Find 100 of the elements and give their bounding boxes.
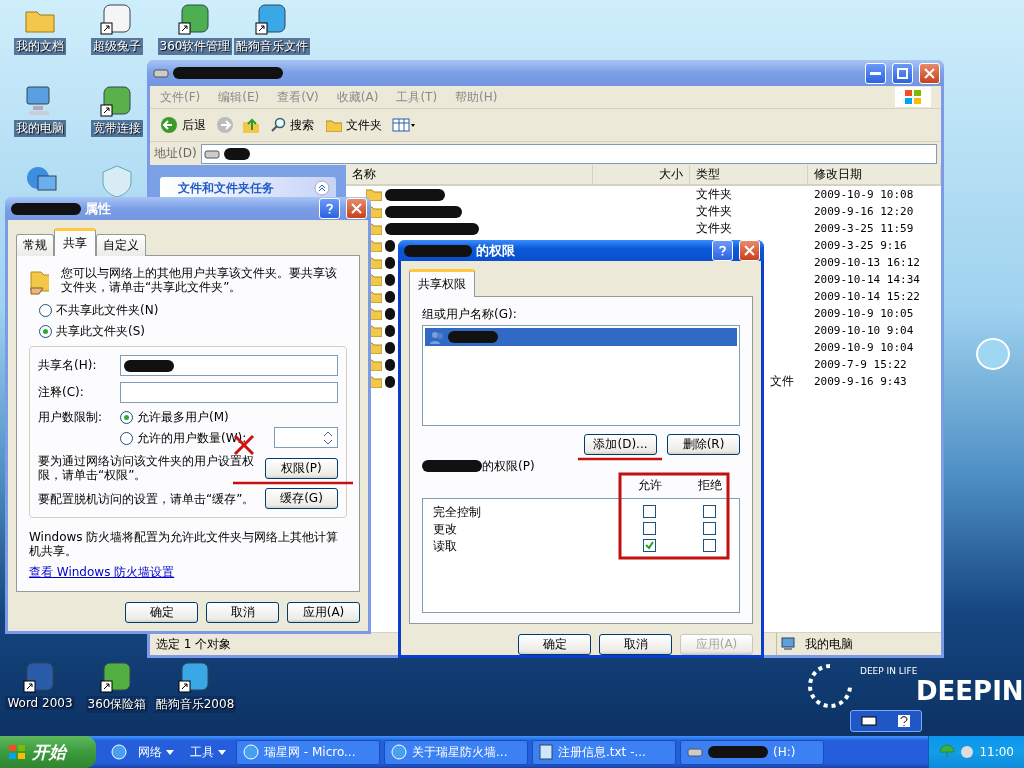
redacted-mark <box>422 460 482 472</box>
tab[interactable]: 共享权限 <box>409 269 475 297</box>
table-cell-text: 2009-9-16 9:43 <box>813 375 908 388</box>
column-header[interactable]: 大小 <box>593 165 690 184</box>
toolbar-menu[interactable]: 工具 <box>184 742 232 762</box>
computer-icon <box>781 637 795 651</box>
users-label: 组或用户名称(G): <box>422 307 517 321</box>
firewall-settings-link[interactable]: 查看 Windows 防火墙设置 <box>29 564 347 581</box>
desktop-icon-label[interactable]: 宽带连接 <box>91 120 143 137</box>
address-label: 地址(D) <box>154 145 197 162</box>
desktop-icon-label[interactable]: 360软件管理 <box>157 38 233 55</box>
tab[interactable]: 常规 <box>16 234 54 256</box>
close-button[interactable] <box>346 198 367 219</box>
logo-tagline: DEEP IN LIFE <box>860 666 919 676</box>
keyboard-icon[interactable] <box>861 716 877 726</box>
taskbar-label: 关于瑞星防火墙... <box>412 743 508 761</box>
dialog-button[interactable]: 取消 <box>599 634 672 655</box>
close-button[interactable] <box>739 240 760 261</box>
start-button[interactable]: 开始 <box>0 736 96 768</box>
tab[interactable]: 共享 <box>54 228 96 256</box>
dialog-title: 属性 <box>85 199 111 218</box>
desktop-shortcut-icon[interactable] <box>178 660 212 694</box>
back-button[interactable]: 后退 <box>158 114 208 136</box>
deny-column-header: 拒绝 <box>697 477 723 494</box>
desktop-icon-label[interactable]: 酷狗音乐2008 <box>153 696 237 713</box>
caching-hint: 要配置脱机访问的设置，请单击“缓存”。 <box>38 491 256 506</box>
desktop-icon-label[interactable]: 酷狗音乐文件 <box>234 38 310 55</box>
help-icon <box>324 203 335 214</box>
selected-user-row[interactable] <box>425 328 737 346</box>
dialog-button[interactable]: 应用(A) <box>287 602 360 623</box>
folders-button[interactable]: 文件夹 <box>324 114 384 136</box>
share-name-field[interactable] <box>120 355 338 376</box>
close-icon <box>351 203 362 214</box>
help-button[interactable] <box>712 240 733 261</box>
taskbar-button[interactable]: 注册信息.txt -... <box>532 739 676 765</box>
task-panel-header[interactable]: 文件和文件夹任务 <box>160 177 336 199</box>
radio-button[interactable] <box>120 432 133 445</box>
desktop-icon-label[interactable]: 超级兔子 <box>91 38 143 55</box>
allow-checkbox[interactable] <box>642 539 656 552</box>
table-cell-text: 文件 <box>769 373 795 390</box>
table-cell-text: 2009-10-10 9:04 <box>813 324 915 337</box>
taskbar-button[interactable]: 瑞星网 - Micro... <box>236 739 380 765</box>
spin-arrows-icon[interactable] <box>322 429 334 446</box>
permissions-hint: 要为通过网络访问该文件夹的用户设置权限，请单击“权限”。 <box>38 454 255 482</box>
help-icon[interactable] <box>897 714 911 728</box>
allow-checkbox[interactable] <box>642 505 656 518</box>
desktop-shortcut-icon[interactable] <box>178 2 212 36</box>
column-header[interactable]: 类型 <box>690 165 808 184</box>
allow-checkbox[interactable] <box>642 522 656 535</box>
remove-button[interactable]: 删除(R) <box>667 434 740 455</box>
desktop-shortcut-icon[interactable] <box>255 2 289 36</box>
taskbar-button[interactable]: 关于瑞星防火墙... <box>384 739 528 765</box>
table-cell-text: 2009-3-25 11:59 <box>813 222 915 235</box>
tab[interactable]: 自定义 <box>96 234 146 256</box>
caching-button[interactable]: 缓存(G) <box>265 488 338 509</box>
desktop-shortcut-icon[interactable] <box>100 84 134 118</box>
deny-checkbox[interactable] <box>702 522 716 535</box>
collapse-chevron-icon[interactable] <box>314 180 330 196</box>
radio-option[interactable]: 共享此文件夹(S) <box>39 323 347 340</box>
minimize-icon <box>870 71 881 75</box>
browser-icon[interactable] <box>110 743 128 761</box>
desktop-shortcut-icon[interactable] <box>23 660 57 694</box>
minimize-button[interactable] <box>865 62 886 84</box>
radio-button[interactable] <box>39 304 52 317</box>
desktop-shortcut-icon[interactable] <box>100 660 134 694</box>
redacted-mark <box>448 331 498 343</box>
view-grid-icon[interactable] <box>392 117 416 133</box>
radio-button[interactable] <box>120 411 133 424</box>
deny-checkbox[interactable] <box>702 505 716 518</box>
desktop-icon-label[interactable]: 我的电脑 <box>14 120 66 137</box>
dialog-button[interactable]: 取消 <box>206 602 279 623</box>
maximize-button[interactable] <box>892 62 913 84</box>
toolbar-menu[interactable]: 网络 <box>132 742 180 762</box>
user-count-spinner[interactable] <box>274 427 338 448</box>
radio-option[interactable]: 允许最多用户(M) <box>120 409 268 426</box>
dialog-button[interactable]: 确定 <box>518 634 591 655</box>
firewall-note: Windows 防火墙将配置为允许此文件夹与网络上其他计算机共享。 <box>29 530 340 558</box>
address-field[interactable] <box>200 143 937 164</box>
desktop-icon-label[interactable]: 我的文档 <box>14 38 66 55</box>
help-button[interactable] <box>319 198 340 219</box>
radio-button[interactable] <box>39 325 52 338</box>
add-button[interactable]: 添加(D)... <box>584 434 657 455</box>
column-header[interactable]: 修改日期 <box>808 165 941 184</box>
task-panel-title: 文件和文件夹任务 <box>178 179 274 197</box>
comment-field[interactable] <box>120 382 338 403</box>
desktop-icon-label[interactable]: 360保险箱 <box>85 696 149 713</box>
permissions-button[interactable]: 权限(P) <box>265 457 338 479</box>
search-button[interactable]: 搜索 <box>268 114 316 136</box>
column-header[interactable]: 名称 <box>346 165 593 184</box>
sharing-description: 您可以与网络上的其他用户共享该文件夹。要共享该文件夹，请单击“共享此文件夹”。 <box>61 266 339 294</box>
desktop-icon-label[interactable]: Word 2003 <box>5 696 75 710</box>
dialog-button[interactable]: 确定 <box>125 602 198 623</box>
deny-checkbox[interactable] <box>702 539 716 552</box>
taskbar-button[interactable]: (H:) <box>680 739 824 765</box>
close-button[interactable] <box>919 62 940 84</box>
redacted-mark <box>385 290 395 303</box>
radio-option[interactable]: 不共享此文件夹(N) <box>39 302 347 319</box>
up-folder-icon[interactable] <box>242 116 260 134</box>
table-cell-text: 2009-10-9 10:04 <box>813 341 915 354</box>
table-cell-text: 2009-10-14 15:22 <box>813 290 921 303</box>
